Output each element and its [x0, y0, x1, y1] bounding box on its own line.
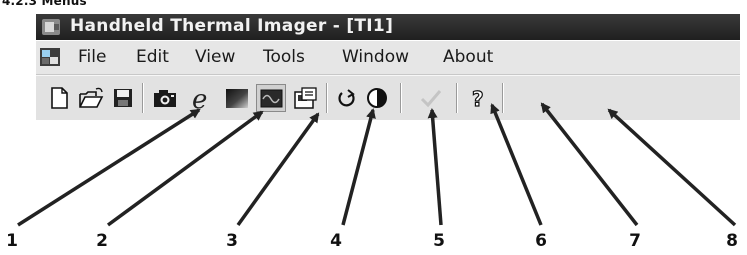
callout-label-7: 7 — [629, 231, 641, 251]
callout-arrow-6 — [490, 103, 543, 226]
callout-arrow-2 — [106, 110, 264, 227]
callout-label-6: 6 — [535, 231, 547, 251]
callout-label-8: 8 — [726, 231, 738, 251]
callout-label-5: 5 — [433, 231, 445, 251]
callout-label-2: 2 — [96, 231, 108, 251]
callout-arrow-8 — [607, 108, 737, 227]
callout-label-3: 3 — [226, 231, 238, 251]
callout-label-4: 4 — [330, 231, 342, 251]
callout-arrows — [17, 102, 737, 227]
callout-arrow-1 — [17, 108, 201, 227]
callout-label-1: 1 — [6, 231, 18, 251]
callout-arrow-4 — [341, 108, 376, 226]
callout-arrow-5 — [427, 108, 443, 226]
callout-arrow-3 — [236, 112, 320, 227]
